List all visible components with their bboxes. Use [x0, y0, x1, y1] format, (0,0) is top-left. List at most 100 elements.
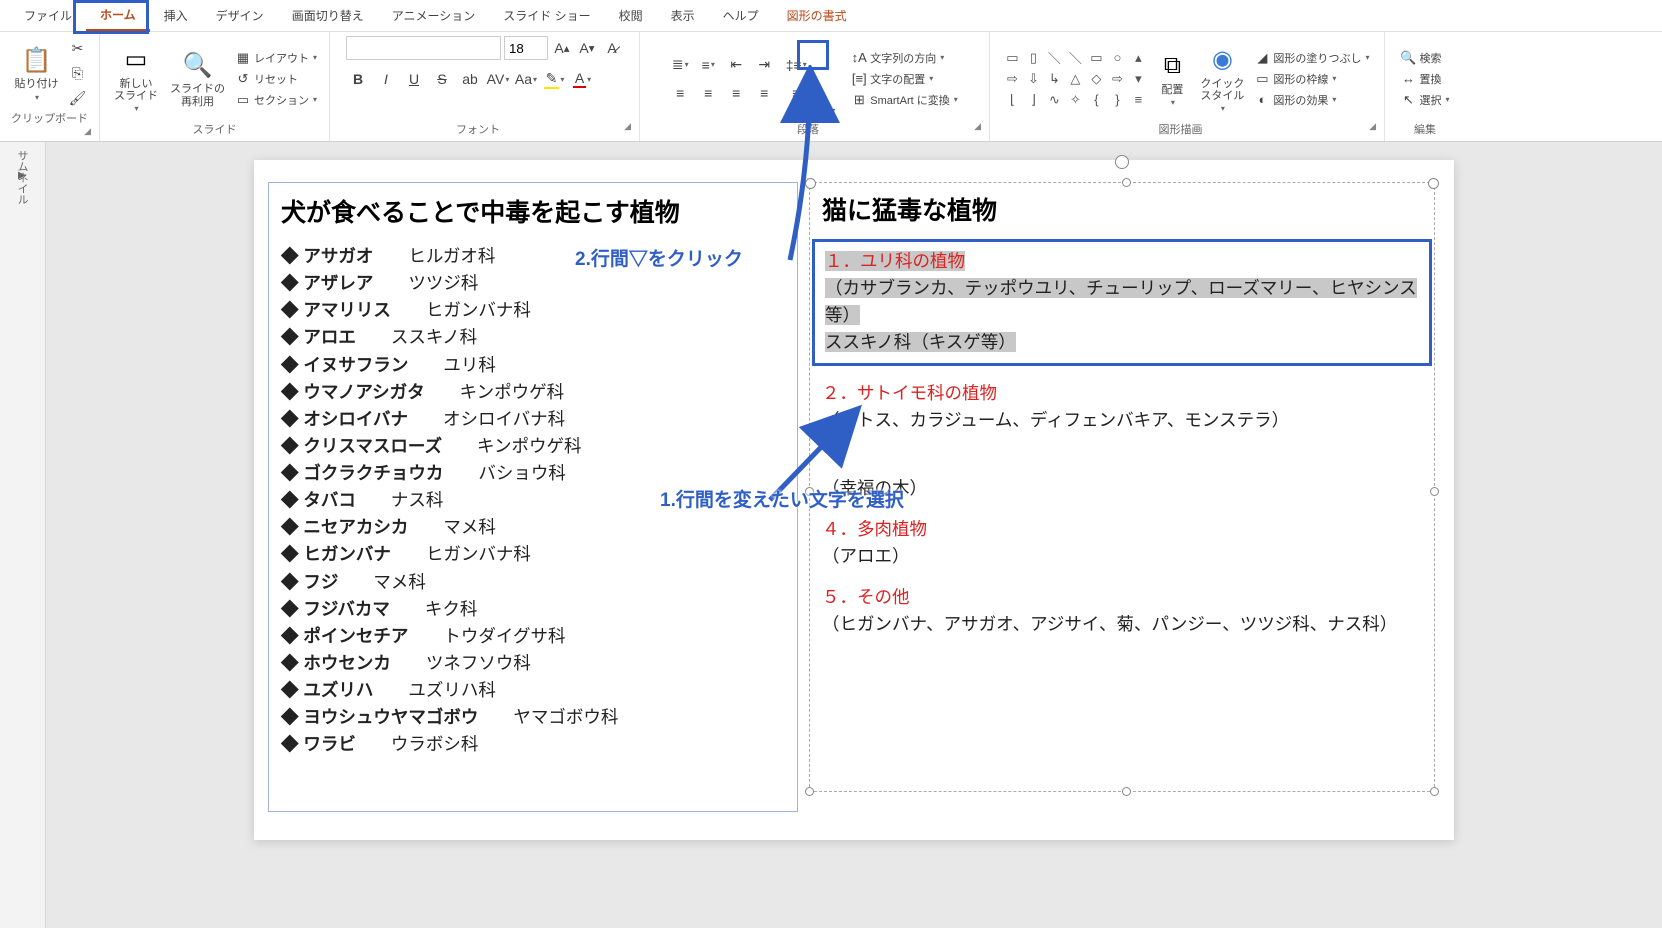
shape-oval-icon[interactable]: ○: [1107, 48, 1127, 68]
quick-styles-button[interactable]: ◉ クイック スタイル▾: [1196, 42, 1248, 115]
tab-insert[interactable]: 挿入: [150, 1, 202, 30]
text-direction-icon: ↕A: [851, 50, 867, 66]
font-size-input[interactable]: [504, 36, 548, 60]
group-editing: 🔍検索 ↔置換 ↖選択▾ 編集: [1385, 32, 1465, 141]
find-button[interactable]: 🔍検索: [1398, 49, 1451, 67]
format-painter-button[interactable]: 🖌: [67, 87, 89, 109]
bullets-button[interactable]: ≣▾: [669, 54, 691, 76]
reset-button[interactable]: ↺リセット: [233, 70, 319, 88]
outline-icon: ▭: [1254, 71, 1270, 87]
tab-design[interactable]: デザイン: [202, 1, 278, 30]
layout-icon: ▦: [235, 50, 251, 66]
change-case-button[interactable]: Aa▾: [514, 68, 538, 90]
shape-fill-button[interactable]: ◢図形の塗りつぶし▾: [1252, 49, 1371, 67]
select-button[interactable]: ↖選択▾: [1398, 91, 1451, 109]
tab-shape-format[interactable]: 図形の書式: [773, 1, 861, 30]
highlight-button[interactable]: ✎▾: [542, 68, 566, 90]
plant-item: アマリリス ヒガンバナ科: [281, 297, 785, 324]
plant-item: フジ マメ科: [281, 569, 785, 596]
drawing-launcher[interactable]: ◢: [1369, 121, 1376, 132]
tab-transitions[interactable]: 画面切り替え: [278, 1, 378, 30]
align-left-button[interactable]: ≡: [669, 82, 691, 104]
shape-textbox2-icon[interactable]: ▯: [1023, 48, 1043, 68]
align-center-button[interactable]: ≡: [697, 82, 719, 104]
replace-button[interactable]: ↔置換: [1398, 70, 1451, 88]
gallery-up-icon[interactable]: ▴: [1128, 48, 1148, 68]
arrange-button[interactable]: ⧉ 配置▾: [1152, 48, 1192, 109]
resize-handle[interactable]: [805, 787, 814, 796]
shape-textbox-icon[interactable]: ▭: [1002, 48, 1022, 68]
cut-button[interactable]: ✂: [67, 37, 89, 59]
tab-review[interactable]: 校閲: [605, 1, 657, 30]
underline-button[interactable]: U: [402, 68, 426, 90]
decrease-indent-button[interactable]: ⇤: [725, 54, 747, 76]
shadow-button[interactable]: ab: [458, 68, 482, 90]
font-launcher[interactable]: ◢: [624, 121, 631, 132]
clear-formatting-button[interactable]: A̷: [601, 37, 623, 59]
cats-list[interactable]: １．ユリ科の植物 （カサブランカ、テッポウユリ、チューリップ、ローズマリー、ヒヤ…: [822, 239, 1422, 639]
font-name-input[interactable]: [346, 36, 501, 60]
group-drawing: ▭ ▯ ＼ ＼ ▭ ○ ▴ ⇨ ⇩ ↳ △ ◇ ⇨ ▾ ⌊ ⌋ ∿ ✧ { }: [990, 32, 1385, 141]
gallery-more-icon[interactable]: ≡: [1128, 90, 1148, 110]
resize-handle[interactable]: [1430, 487, 1439, 496]
tab-animations[interactable]: アニメーション: [378, 1, 490, 30]
shape-freeform-icon[interactable]: ✧: [1065, 90, 1085, 110]
clipboard-launcher[interactable]: ◢: [84, 126, 91, 137]
slide-editor[interactable]: 犬が食べることで中毒を起こす植物 アサガオ ヒルガオ科アザレア ツツジ科アマリリ…: [46, 142, 1662, 928]
shape-diamond-icon[interactable]: ◇: [1086, 69, 1106, 89]
shape-arrow-icon[interactable]: ⇨: [1002, 69, 1022, 89]
reuse-slides-button[interactable]: 🔍 スライドの 再利用: [166, 47, 229, 109]
convert-smartart-button[interactable]: ⊞SmartArt に変換▾: [849, 91, 959, 109]
shape-curve-icon[interactable]: ∿: [1044, 90, 1064, 110]
tab-slideshow[interactable]: スライド ショー: [489, 1, 604, 30]
rotate-handle[interactable]: [1115, 155, 1129, 169]
annotation-step2: 2.行間▽をクリック: [575, 244, 743, 271]
numbering-button[interactable]: ≡▾: [697, 54, 719, 76]
shape-line-icon[interactable]: ＼: [1044, 48, 1064, 68]
shape-brace4-icon[interactable]: }: [1107, 90, 1127, 110]
paste-button[interactable]: 📋 貼り付け ▾: [11, 42, 63, 103]
decrease-font-button[interactable]: A▾: [576, 37, 598, 59]
shape-connector-icon[interactable]: ↳: [1044, 69, 1064, 89]
plant-item: アザレア ツツジ科: [281, 270, 785, 297]
resize-handle[interactable]: [1122, 178, 1131, 187]
selected-text-block[interactable]: １．ユリ科の植物 （カサブランカ、テッポウユリ、チューリップ、ローズマリー、ヒヤ…: [812, 239, 1432, 366]
section-button[interactable]: ▭セクション▾: [233, 91, 319, 109]
char-spacing-button[interactable]: AV▾: [486, 68, 510, 90]
new-slide-button[interactable]: ▭ 新しい スライド▾: [110, 42, 162, 115]
layout-button[interactable]: ▦レイアウト▾: [233, 49, 319, 67]
tab-help[interactable]: ヘルプ: [709, 1, 773, 30]
font-color-button[interactable]: A▾: [570, 68, 594, 90]
group-font: A▴ A▾ A̷ B I U S ab AV▾ Aa▾ ✎▾ A▾ フォント◢: [330, 32, 640, 141]
paragraph-launcher[interactable]: ◢: [974, 121, 981, 132]
shape-effects-button[interactable]: ◐図形の効果▾: [1252, 91, 1371, 109]
thumbnail-panel[interactable]: ▶ サムネイル: [0, 142, 46, 928]
shape-brace3-icon[interactable]: {: [1086, 90, 1106, 110]
resize-handle[interactable]: [1122, 787, 1131, 796]
plant-item: ヒガンバナ ヒガンバナ科: [281, 541, 785, 568]
shape-arrow3-icon[interactable]: ⇨: [1107, 69, 1127, 89]
shapes-gallery[interactable]: ▭ ▯ ＼ ＼ ▭ ○ ▴ ⇨ ⇩ ↳ △ ◇ ⇨ ▾ ⌊ ⌋ ∿ ✧ { }: [1002, 48, 1148, 110]
strikethrough-button[interactable]: S: [430, 68, 454, 90]
align-right-button[interactable]: ≡: [725, 82, 747, 104]
shape-line2-icon[interactable]: ＼: [1065, 48, 1085, 68]
thumbnail-toggle-icon[interactable]: ▶: [18, 170, 26, 181]
fill-icon: ◢: [1254, 50, 1270, 66]
tab-view[interactable]: 表示: [657, 1, 709, 30]
shape-brace-icon[interactable]: ⌊: [1002, 90, 1022, 110]
copy-button[interactable]: ⎘: [67, 62, 89, 84]
gallery-down-icon[interactable]: ▾: [1128, 69, 1148, 89]
italic-button[interactable]: I: [374, 68, 398, 90]
bold-button[interactable]: B: [346, 68, 370, 90]
align-text-button[interactable]: [≡]文字の配置▾: [849, 70, 959, 88]
annotation-step1: 1.行間を変えたい文字を選択: [660, 485, 904, 512]
increase-font-button[interactable]: A▴: [551, 37, 573, 59]
align-left-icon: ≡: [676, 85, 684, 101]
resize-handle[interactable]: [1430, 787, 1439, 796]
shape-brace2-icon[interactable]: ⌋: [1023, 90, 1043, 110]
shape-outline-button[interactable]: ▭図形の枠線▾: [1252, 70, 1371, 88]
text-direction-button[interactable]: ↕A文字列の方向▾: [849, 49, 959, 67]
shape-rect-icon[interactable]: ▭: [1086, 48, 1106, 68]
shape-arrow2-icon[interactable]: ⇩: [1023, 69, 1043, 89]
shape-triangle-icon[interactable]: △: [1065, 69, 1085, 89]
